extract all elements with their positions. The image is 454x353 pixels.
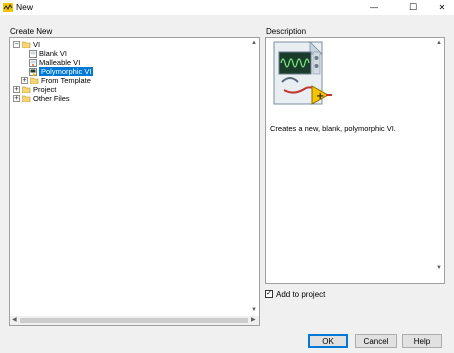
ok-button-label: OK bbox=[322, 336, 334, 346]
polymorphic-vi-icon bbox=[29, 67, 37, 76]
scroll-right-arrow[interactable]: ▶ bbox=[251, 316, 256, 324]
create-new-tree[interactable]: − VI Blank VI Malleable VI Polymorphic V… bbox=[9, 37, 260, 326]
expand-icon[interactable]: + bbox=[13, 86, 20, 93]
tree-item-other-files[interactable]: + Other Files bbox=[13, 94, 70, 103]
tree-item-label: Other Files bbox=[33, 94, 70, 103]
horizontal-scroll-thumb[interactable] bbox=[20, 318, 248, 323]
folder-icon bbox=[22, 95, 31, 102]
tree-item-blank-vi[interactable]: Blank VI bbox=[29, 49, 67, 58]
labview-app-icon bbox=[3, 3, 13, 12]
description-label: Description bbox=[266, 27, 307, 36]
minimize-icon: — bbox=[370, 3, 378, 12]
window-title: New bbox=[16, 2, 34, 12]
tree-item-label: Blank VI bbox=[39, 49, 67, 58]
tree-item-polymorphic-vi[interactable]: Polymorphic VI bbox=[29, 67, 94, 76]
help-button[interactable]: Help bbox=[402, 334, 442, 348]
expand-icon[interactable]: + bbox=[21, 77, 28, 84]
horizontal-scrollbar[interactable]: ◀ ▶ bbox=[10, 316, 259, 325]
cancel-button-label: Cancel bbox=[363, 336, 389, 346]
expand-icon[interactable]: + bbox=[13, 95, 20, 102]
tree-item-label: VI bbox=[33, 40, 41, 49]
tree-item-label: From Template bbox=[41, 76, 91, 85]
tree-item-label: Malleable VI bbox=[39, 58, 81, 67]
tree-item-from-template[interactable]: + From Template bbox=[21, 76, 91, 85]
description-panel: + Creates a new, blank, polymorphic VI. … bbox=[265, 37, 445, 284]
folder-open-icon bbox=[22, 41, 31, 48]
minimize-button[interactable]: — bbox=[360, 0, 388, 15]
blank-vi-icon bbox=[29, 49, 37, 58]
maximize-button[interactable]: ☐ bbox=[399, 0, 427, 15]
description-text: Creates a new, blank, polymorphic VI. bbox=[270, 124, 396, 133]
scroll-up-arrow[interactable]: ▲ bbox=[251, 39, 257, 47]
tree-item-label: Polymorphic VI bbox=[39, 67, 94, 76]
title-bar: New — ☐ ✕ bbox=[0, 0, 454, 15]
desc-scroll-up-arrow[interactable]: ▲ bbox=[436, 39, 442, 47]
maximize-icon: ☐ bbox=[408, 2, 418, 12]
tree-item-label: Project bbox=[33, 85, 57, 94]
tree-item-malleable-vi[interactable]: Malleable VI bbox=[29, 58, 80, 67]
folder-icon bbox=[30, 77, 39, 84]
tree-item-project[interactable]: + Project bbox=[13, 85, 56, 94]
ok-button[interactable]: OK bbox=[308, 334, 348, 348]
scroll-down-arrow[interactable]: ▼ bbox=[251, 306, 257, 314]
polymorphic-vi-preview-icon: + bbox=[273, 41, 332, 105]
scroll-left-arrow[interactable]: ◀ bbox=[12, 316, 17, 324]
help-button-label: Help bbox=[413, 336, 431, 346]
collapse-icon[interactable]: − bbox=[13, 41, 20, 48]
cancel-button[interactable]: Cancel bbox=[355, 334, 397, 348]
tree-item-vi[interactable]: − VI bbox=[13, 40, 40, 49]
create-new-label: Create New bbox=[10, 27, 53, 36]
add-to-project-checkbox[interactable]: ✓ bbox=[265, 290, 273, 298]
close-button[interactable]: ✕ bbox=[428, 0, 454, 15]
add-to-project-label: Add to project bbox=[276, 290, 326, 299]
malleable-vi-icon bbox=[29, 58, 37, 67]
folder-icon bbox=[22, 86, 31, 93]
svg-text:+: + bbox=[316, 91, 324, 102]
desc-scroll-down-arrow[interactable]: ▼ bbox=[436, 264, 442, 272]
close-icon: ✕ bbox=[438, 3, 446, 12]
